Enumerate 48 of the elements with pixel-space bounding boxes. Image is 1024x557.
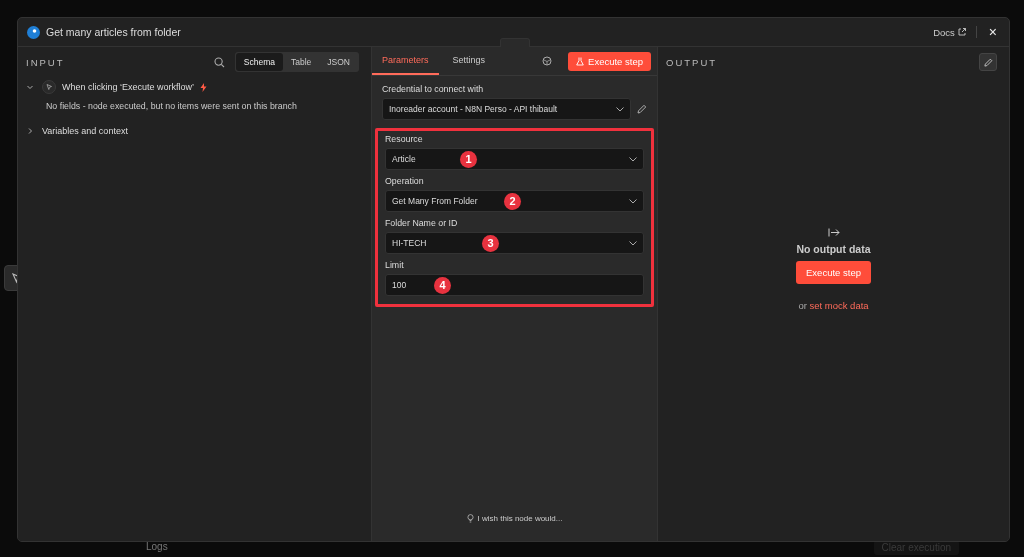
- chevron-down-icon: [629, 198, 637, 204]
- field-label: Credential to connect with: [382, 84, 485, 94]
- tree-item-label[interactable]: When clicking ‘Execute workflow’: [62, 82, 195, 92]
- step-number-badge: 1: [460, 150, 477, 168]
- field-label: Limit: [385, 260, 405, 270]
- chevron-icon[interactable]: [26, 127, 34, 135]
- output-title: OUTPUT: [666, 56, 718, 68]
- field-label: Folder Name or ID: [385, 218, 459, 228]
- input-title: INPUT: [26, 56, 65, 68]
- panel-tab[interactable]: Parameters: [372, 47, 439, 75]
- select-field[interactable]: HI-TECH 3: [385, 232, 644, 254]
- view-tab[interactable]: Schema: [235, 53, 283, 71]
- field-label: Operation: [385, 176, 425, 186]
- panel-tab[interactable]: Settings: [442, 47, 496, 75]
- edit-button[interactable]: [979, 53, 997, 71]
- step-number-badge: 4: [434, 276, 451, 294]
- or-text: or: [798, 299, 807, 311]
- input-field[interactable]: 100 4: [385, 274, 644, 296]
- select-field[interactable]: Article 1: [385, 148, 644, 170]
- field-label: Resource: [385, 134, 424, 144]
- empty-branch-message: No fields - node executed, but no items were sent on this branch: [45, 100, 298, 113]
- step-number-badge: 2: [504, 192, 521, 210]
- chevron-icon[interactable]: [26, 83, 34, 91]
- logs-tab[interactable]: Logs: [146, 541, 168, 552]
- chevron-down-icon: [629, 156, 637, 162]
- pencil-icon[interactable]: [637, 104, 647, 114]
- flask-icon: [576, 56, 585, 66]
- select-field[interactable]: Get Many From Folder 2: [385, 190, 644, 212]
- step-number-badge: 3: [482, 234, 499, 252]
- view-tab[interactable]: JSON: [319, 53, 358, 71]
- window-title: Get many articles from folder: [46, 26, 181, 38]
- mock-data-link[interactable]: set mock data: [809, 299, 869, 311]
- tree-item-label[interactable]: Variables and context: [42, 126, 128, 136]
- pencil-icon: [983, 57, 993, 67]
- lightbulb-icon: [466, 514, 474, 523]
- chevron-down-icon: [616, 106, 624, 112]
- feedback-link[interactable]: I wish this node would...: [466, 514, 563, 523]
- external-link-icon: [957, 28, 966, 36]
- close-button[interactable]: ×: [986, 25, 999, 39]
- view-tab[interactable]: Table: [283, 53, 320, 71]
- pointer-icon: [42, 80, 56, 94]
- docs-link[interactable]: Docs: [933, 26, 966, 38]
- node-icon: [27, 25, 40, 39]
- arrow-right-icon: [827, 227, 840, 237]
- search-icon[interactable]: [213, 56, 225, 68]
- empty-state-title: No output data: [796, 242, 871, 255]
- chevron-down-icon: [629, 240, 637, 246]
- credential-select[interactable]: Inoreader account - N8N Perso - API thibault: [382, 98, 631, 120]
